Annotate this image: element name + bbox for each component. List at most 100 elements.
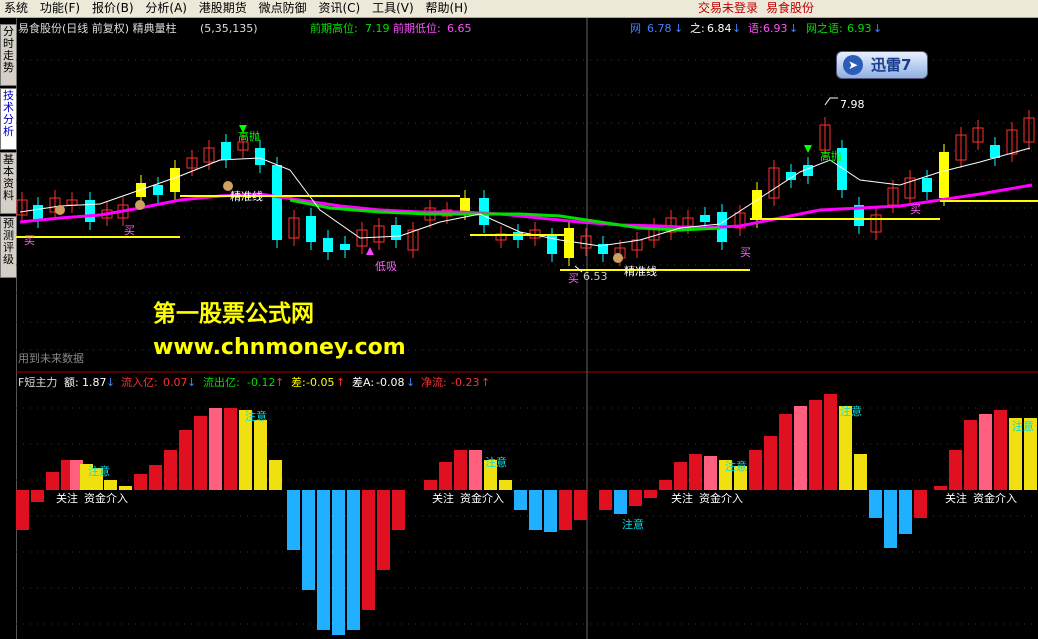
price-low-label: 6.53 (583, 270, 608, 283)
bird-icon: ➤ (843, 55, 863, 75)
attention-label: 关注 (56, 492, 78, 505)
flow-bar (614, 490, 627, 514)
candle-body (272, 165, 282, 240)
yu-label: 语: (748, 22, 763, 35)
watermark-url: www.chnmoney.com (153, 335, 406, 360)
flow-bar (46, 472, 59, 490)
attention-label: 关注 (945, 492, 967, 505)
flow-bar (629, 490, 642, 506)
net-label: 网 (630, 22, 641, 35)
candle-body (33, 205, 43, 220)
zhi-label: 之: (690, 22, 705, 35)
flow-bar (809, 400, 822, 490)
flow-bar (377, 490, 390, 570)
buy-label: 买 (910, 203, 921, 216)
down-arrow-icon: ↓ (406, 376, 416, 389)
capital-in-label: 资金介入 (699, 492, 743, 505)
flow-bar (544, 490, 557, 532)
lower-title: F短主力 (18, 376, 58, 389)
notice-label: 注意 (485, 456, 507, 469)
candle-body (221, 142, 231, 160)
flow-bar (794, 406, 807, 490)
flow-bar (392, 490, 405, 530)
buy-label: 买 (740, 246, 751, 259)
flow-bar (899, 490, 912, 534)
diff-value: -0.05 (306, 376, 335, 389)
flow-bar (469, 450, 482, 490)
buy-label: 买 (568, 272, 579, 285)
inflow-value: 0.07 (163, 376, 188, 389)
flow-bar (347, 490, 360, 630)
notice-label: 注意 (1012, 420, 1034, 433)
flow-bar (674, 462, 687, 490)
support-line-label: 精准线 (230, 190, 263, 203)
flow-bar (194, 416, 207, 490)
flow-bar (317, 490, 330, 630)
buy-label: 买 (24, 234, 35, 247)
candle-body (170, 168, 180, 192)
price-pointer (824, 97, 838, 106)
flow-bar (884, 490, 897, 548)
notice-label: 注意 (840, 405, 862, 418)
flow-bar (574, 490, 587, 520)
flow-bar (749, 450, 762, 490)
up-arrow-icon: ↑ (275, 376, 285, 389)
flow-bar (964, 420, 977, 490)
ma-line-white (19, 147, 1031, 247)
xunlei-badge[interactable]: ➤ 迅雷7 (836, 51, 928, 79)
candle-body (479, 198, 489, 225)
candle-body (306, 216, 316, 242)
candle-body (752, 190, 762, 220)
flow-bar (31, 490, 44, 502)
notice-label: 注意 (725, 460, 747, 473)
flow-bar (934, 486, 947, 490)
amount-value: 1.87 (82, 376, 107, 389)
flow-bar (659, 480, 672, 490)
flow-bar (287, 490, 300, 550)
candle-body (939, 152, 949, 198)
xunlei-label: 迅雷7 (871, 56, 912, 74)
candle-body (564, 228, 574, 258)
net-flow-value: -0.23 (451, 376, 480, 389)
prev-high-value: 7.19 (365, 22, 390, 35)
money-bag-icon (55, 205, 65, 215)
prev-high-label: 前期高位: (310, 22, 358, 35)
candle-body (990, 145, 1000, 158)
flow-bar (149, 465, 162, 490)
chart-title: 易食股份(日线 前复权) 精典量柱 (18, 22, 177, 35)
diffa-label: 差A: (352, 376, 375, 389)
down-arrow-icon: ↓ (873, 22, 883, 35)
up-arrow-icon: ↑ (336, 376, 346, 389)
low-buy-label: 低吸 (375, 260, 397, 273)
flow-bar (949, 450, 962, 490)
inflow-label: 流入亿: (121, 376, 158, 389)
watermark-title: 第一股票公式网 (153, 301, 314, 327)
money-bag-icon (135, 200, 145, 210)
capital-in-label: 资金介入 (84, 492, 128, 505)
candle-body (153, 185, 163, 195)
flow-bar (994, 410, 1007, 490)
flow-bar (302, 490, 315, 590)
flow-bar (224, 408, 237, 490)
flow-bar (439, 462, 452, 490)
future-data-note: 用到未来数据 (18, 352, 84, 365)
flow-bar (824, 394, 837, 490)
down-arrow-icon: ↓ (789, 22, 799, 35)
zhi-value: 6.84 (707, 22, 732, 35)
flow-bar (559, 490, 572, 530)
buy-label: 买 (124, 224, 135, 237)
flow-bar (269, 460, 282, 490)
diff-label: 差: (291, 376, 306, 389)
flow-bar (764, 436, 777, 490)
attention-label: 关注 (671, 492, 693, 505)
amount-label: 额: (64, 376, 79, 389)
flow-bar (514, 490, 527, 510)
notice-label: 注意 (245, 410, 267, 423)
flow-bar (704, 456, 717, 490)
indicator-lines (16, 147, 1038, 271)
attention-label: 关注 (432, 492, 454, 505)
flow-bar (644, 490, 657, 498)
support-line-label: 精准线 (624, 265, 657, 278)
flow-bar (979, 414, 992, 490)
flow-bar (362, 490, 375, 610)
